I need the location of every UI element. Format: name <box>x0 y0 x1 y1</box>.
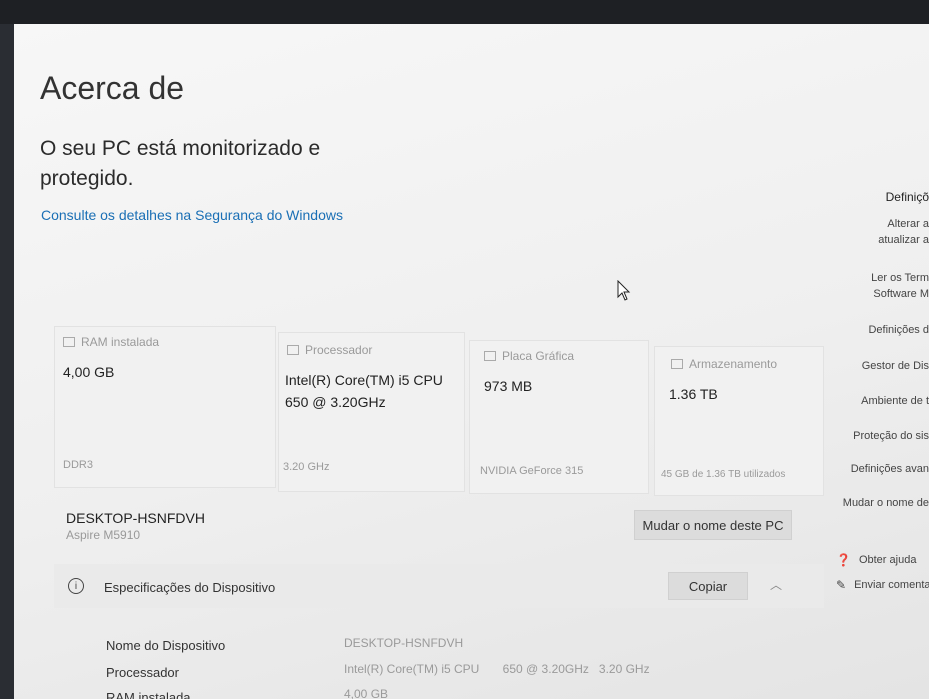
ram-label: RAM instalada <box>81 335 160 349</box>
ram-type: DDR3 <box>63 459 93 471</box>
get-help-link[interactable]: ❓ Obter ajuda <box>836 553 916 567</box>
spec-value-ram: 4,00 GB <box>344 687 389 699</box>
ram-icon <box>63 337 75 347</box>
sidebar-item-settings[interactable]: Definições d <box>868 324 929 336</box>
monitor-bezel <box>0 0 929 24</box>
mouse-cursor-icon <box>617 280 631 301</box>
sidebar-item-change-updates-2[interactable]: atualizar a <box>878 234 929 246</box>
ram-card: RAM instalada 4,00 GB DDR3 <box>54 326 276 488</box>
sidebar-item-rename[interactable]: Mudar o nome de <box>843 497 929 509</box>
sidebar-item-license-terms-2[interactable]: Software M <box>873 288 929 300</box>
ram-value: 4,00 GB <box>63 364 115 380</box>
sidebar-item-system-protection[interactable]: Proteção do sis <box>853 430 929 442</box>
protection-status: O seu PC está monitorizado e protegido. <box>40 137 321 190</box>
spec-value-device-name: DESKTOP-HSNFDVH <box>344 636 464 650</box>
settings-window: Acerca de O seu PC está monitorizado e p… <box>14 24 929 699</box>
storage-label: Armazenamento <box>689 357 778 371</box>
sidebar-item-change-updates[interactable]: Alterar a <box>887 218 929 230</box>
graphics-card-icon <box>484 351 496 361</box>
security-details-link[interactable]: Consulte os detalhes na Segurança do Win… <box>41 207 343 223</box>
processor-card: Processador Intel(R) Core(TM) i5 CPU 650… <box>278 332 465 492</box>
copy-button[interactable]: Copiar <box>668 572 748 600</box>
storage-card: Armazenamento 1.36 TB 45 GB de 1.36 TB u… <box>654 346 824 496</box>
storage-icon <box>671 359 683 369</box>
graphics-label: Placa Gráfica <box>502 349 575 363</box>
sidebar-item-remote-desktop[interactable]: Ambiente de t <box>861 395 929 407</box>
device-name: DESKTOP-HSNFDVH <box>66 510 205 526</box>
feedback-icon: ✎ <box>836 578 847 592</box>
help-icon: ❓ <box>836 553 851 567</box>
processor-icon <box>287 345 299 355</box>
graphics-model: NVIDIA GeForce 315 <box>480 465 584 477</box>
sidebar-item-device-manager[interactable]: Gestor de Dis <box>862 360 929 372</box>
feedback-link[interactable]: ✎ Enviar comenta <box>836 578 929 592</box>
spec-label-device-name: Nome do Dispositivo <box>106 638 226 653</box>
processor-speed: 3.20 GHz <box>283 461 330 473</box>
storage-value: 1.36 TB <box>669 386 718 402</box>
chevron-up-icon[interactable]: ︿ <box>770 576 782 593</box>
info-icon: i <box>68 578 84 594</box>
sidebar-item-license-terms[interactable]: Ler os Term <box>871 272 929 284</box>
storage-usage: 45 GB de 1.36 TB utilizados <box>661 469 786 480</box>
page-title: Acerca de <box>40 70 185 106</box>
spec-value-processor: Intel(R) Core(TM) i5 CPU 650 @ 3.20GHz 3… <box>344 662 650 676</box>
processor-value: Intel(R) Core(TM) i5 CPU 650 @ 3.20GHz <box>285 372 443 410</box>
processor-label: Processador <box>305 343 373 357</box>
graphics-card: Placa Gráfica 973 MB NVIDIA GeForce 315 <box>469 340 649 494</box>
rename-pc-button[interactable]: Mudar o nome deste PC <box>634 510 792 540</box>
sidebar-item-advanced-settings[interactable]: Definições avan <box>851 463 929 475</box>
graphics-value: 973 MB <box>484 378 533 394</box>
device-model: Aspire M5910 <box>66 528 141 542</box>
spec-label-ram: RAM instalada <box>106 690 191 699</box>
spec-label-processor: Processador <box>106 665 179 680</box>
sidebar-heading: Definiçõ <box>885 190 929 204</box>
specs-header[interactable]: i Especificações do Dispositivo Copiar ︿ <box>54 564 824 608</box>
specs-heading: Especificações do Dispositivo <box>104 580 276 595</box>
